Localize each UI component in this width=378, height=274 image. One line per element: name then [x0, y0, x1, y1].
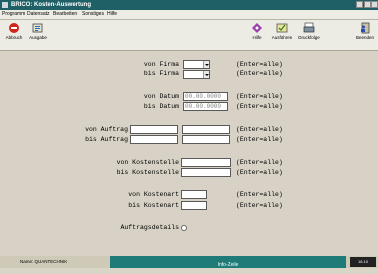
status-info-line: Info-Zeile [110, 256, 346, 268]
von-auftrag-input[interactable] [130, 125, 178, 134]
bis-datum-input[interactable]: 00.00.0000 [183, 102, 228, 111]
von-firma-dropdown[interactable] [183, 60, 210, 69]
druckfolge-button[interactable]: Druckfolge [296, 22, 322, 40]
hint-von-firma: (Enter=alle) [236, 61, 283, 68]
help-icon [252, 23, 262, 33]
hint-von-auftrag: (Enter=alle) [236, 126, 283, 133]
von-datum-input[interactable]: 00.00.0000 [183, 92, 228, 101]
label-bis-datum: bis Datum [143, 103, 179, 110]
ausgabe-button[interactable]: Ausgabe [26, 22, 50, 40]
app-icon [2, 2, 8, 8]
menu-programm[interactable]: Programm [2, 10, 25, 19]
label-von-kostenart: von Kostenart [128, 191, 179, 198]
bis-kostenart-input[interactable] [181, 201, 207, 210]
hint-bis-kostenstelle: (Enter=alle) [236, 169, 283, 176]
hint-von-kostenart: (Enter=alle) [236, 191, 283, 198]
status-indicator: 16.10 [350, 257, 376, 267]
maximize-button[interactable] [364, 1, 371, 8]
print-icon [303, 22, 315, 33]
label-bis-kostenart: bis Kostenart [128, 202, 179, 209]
menu-bearbeiten[interactable]: Bearbeiten [53, 10, 77, 19]
beenden-button[interactable]: Beenden [354, 22, 376, 40]
window-title: BRICO: Kosten-Auswertung [11, 2, 91, 8]
abbruch-button[interactable]: Abbruch [2, 22, 26, 40]
output-icon [32, 23, 43, 33]
hint-bis-datum: (Enter=alle) [236, 103, 283, 110]
bis-auftrag-input[interactable] [130, 135, 178, 144]
exit-icon [361, 22, 370, 34]
status-user: Name: QUANTECHNIK [20, 259, 68, 264]
label-von-datum: von Datum [143, 93, 179, 100]
hint-von-kostenstelle: (Enter=alle) [236, 159, 283, 166]
hint-von-datum: (Enter=alle) [236, 93, 283, 100]
menu-sonstiges[interactable]: Sonstiges [82, 10, 104, 19]
label-bis-kostenstelle: bis Kostenstelle [116, 169, 179, 176]
bis-kostenstelle-input[interactable] [181, 168, 231, 177]
hilfe-button[interactable]: Hilfe [248, 22, 266, 40]
ausfuehren-button[interactable]: Ausführen [270, 22, 294, 40]
auftragsdetails-radio[interactable] [181, 225, 187, 231]
label-von-kostenstelle: von Kostenstelle [116, 159, 179, 166]
label-auftragsdetails: Auftragsdetails [120, 224, 179, 231]
menu-datensatz[interactable]: Datensatz [27, 10, 50, 19]
bis-firma-dropdown[interactable] [183, 70, 210, 79]
stop-icon [9, 23, 19, 33]
status-bar: Name: QUANTECHNIK Info-Zeile 16.10 [0, 256, 378, 268]
label-von-auftrag: von Auftrag [85, 126, 128, 133]
menu-hilfe[interactable]: Hilfe [107, 10, 117, 19]
title-bar: BRICO: Kosten-Auswertung [0, 0, 378, 10]
menu-bar: Programm Datensatz Bearbeiten Sonstiges … [0, 10, 378, 20]
form-area: von Firma (Enter=alle) bis Firma (Enter=… [0, 51, 378, 256]
hint-bis-auftrag: (Enter=alle) [236, 136, 283, 143]
hint-bis-kostenart: (Enter=alle) [236, 202, 283, 209]
close-button[interactable] [371, 1, 378, 8]
label-von-firma: von Firma [143, 61, 179, 68]
bis-auftrag-input-2[interactable] [182, 135, 230, 144]
chevron-down-icon [203, 61, 209, 68]
von-auftrag-input-2[interactable] [182, 125, 230, 134]
chevron-down-icon [203, 71, 209, 78]
von-kostenart-input[interactable] [181, 190, 207, 199]
label-bis-auftrag: bis Auftrag [85, 136, 128, 143]
von-kostenstelle-input[interactable] [181, 158, 231, 167]
execute-icon [276, 23, 288, 33]
label-bis-firma: bis Firma [143, 70, 179, 77]
hint-bis-firma: (Enter=alle) [236, 70, 283, 77]
minimize-button[interactable] [356, 1, 363, 8]
toolbar: Abbruch Ausgabe Hilfe Ausführen Druckfol… [0, 20, 378, 51]
